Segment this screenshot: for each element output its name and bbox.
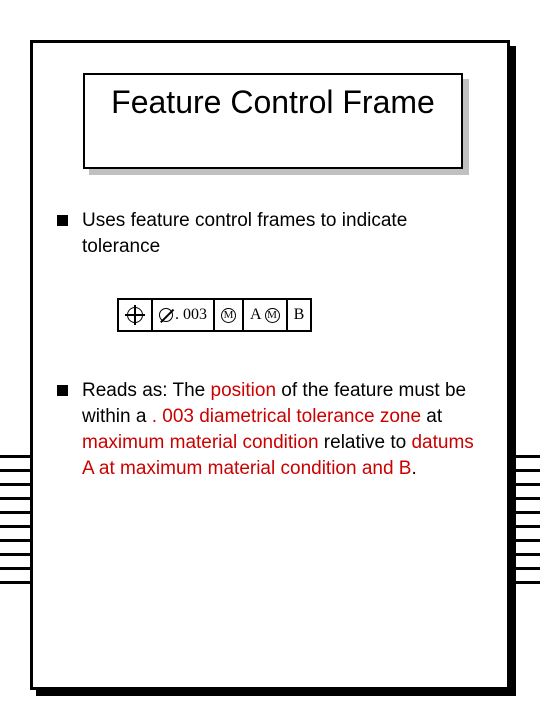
diameter-icon	[159, 308, 173, 322]
fcf-datum-b-cell: B	[288, 300, 311, 330]
circled-m-icon: M	[221, 308, 236, 323]
slide-frame: Feature Control Frame Uses feature contr…	[30, 40, 510, 690]
fcf-tolerance-cell: . 003	[153, 300, 215, 330]
title-box: Feature Control Frame	[83, 73, 463, 169]
square-bullet-icon	[57, 385, 68, 396]
feature-control-frame: . 003 M A M B	[117, 298, 312, 332]
true-position-icon	[125, 305, 145, 325]
fcf-datum-a: A	[250, 306, 262, 324]
fcf-datum-a-cell: A M	[244, 300, 288, 330]
square-bullet-icon	[57, 215, 68, 226]
bullet-text-1: Uses feature control frames to indicate …	[82, 208, 489, 260]
fcf-tolerance-value: . 003	[175, 306, 207, 324]
bullet-list: Uses feature control frames to indicate …	[57, 208, 489, 504]
fcf-modifier-cell: M	[215, 300, 244, 330]
fcf-datum-b: B	[294, 306, 305, 324]
circled-m-icon: M	[265, 308, 280, 323]
bullet-text-2: Reads as: The position of the feature mu…	[82, 378, 489, 482]
fcf-symbol-cell	[119, 300, 153, 330]
slide-title: Feature Control Frame	[85, 83, 461, 121]
list-item: Reads as: The position of the feature mu…	[57, 378, 489, 482]
list-item: Uses feature control frames to indicate …	[57, 208, 489, 260]
